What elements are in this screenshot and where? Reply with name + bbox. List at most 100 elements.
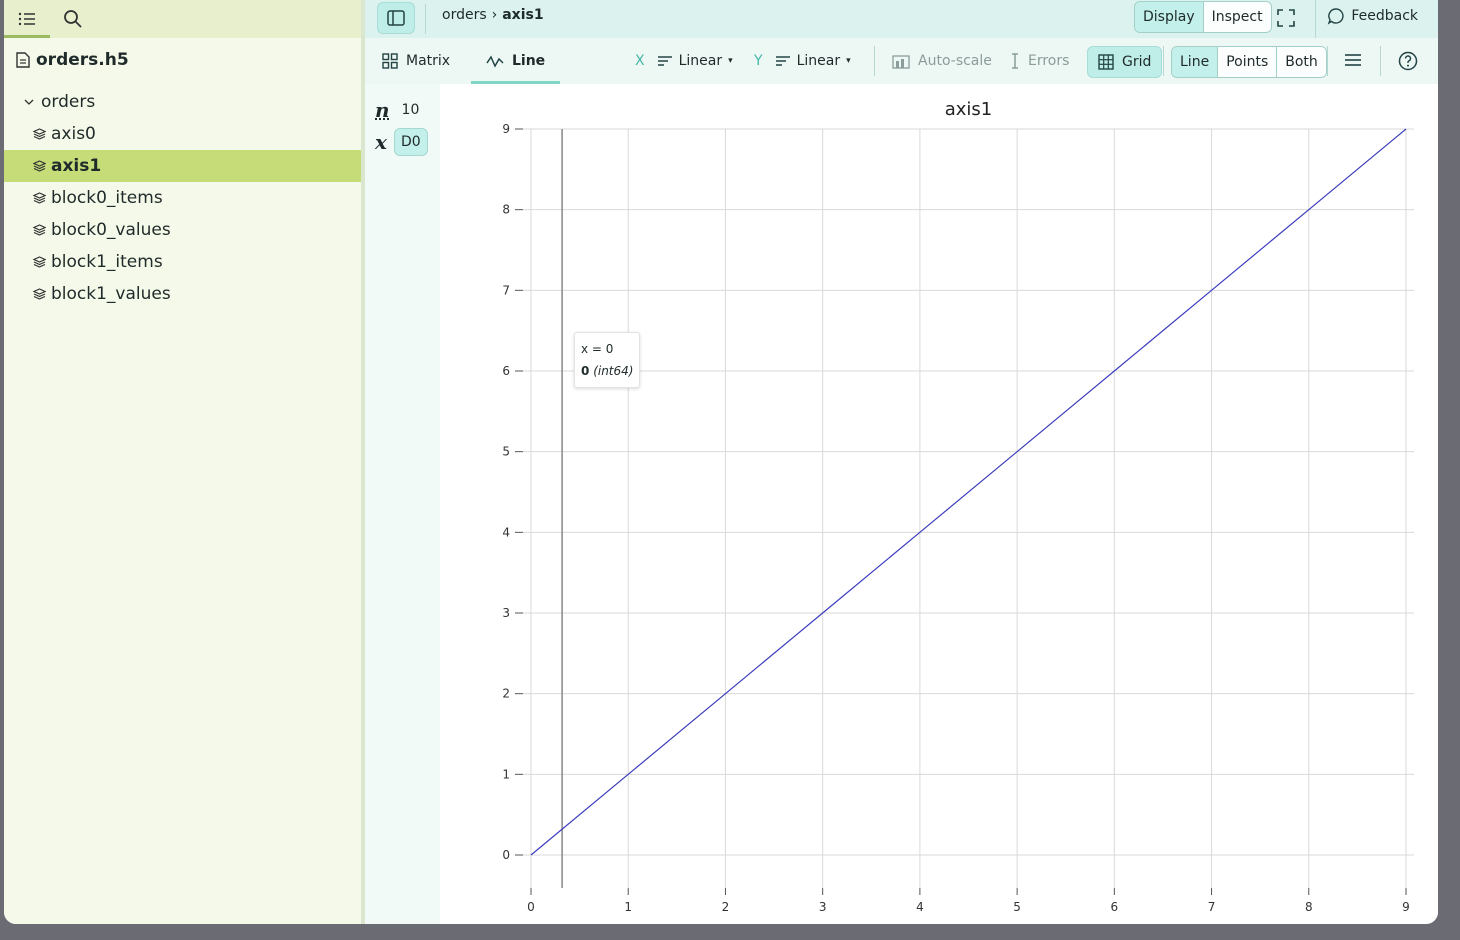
y-tick-label: 1 [502, 767, 510, 781]
fullscreen-button[interactable] [1276, 8, 1296, 32]
tree-item-label: axis0 [51, 124, 96, 144]
mode-points-button[interactable]: Points [1218, 47, 1278, 77]
tab-line-label: Line [512, 53, 546, 69]
x-tick-label: 7 [1208, 900, 1216, 914]
dataset-icon [32, 256, 46, 268]
tab-line[interactable]: Line [470, 38, 561, 84]
x-tick-label: 3 [819, 900, 827, 914]
autoscale-label: Auto-scale [918, 53, 992, 69]
sidebar-icon [387, 10, 405, 26]
file-tree: orders axis0 axis1 block0_items block0_valu… [4, 86, 361, 310]
x-tick-label: 5 [1013, 900, 1021, 914]
caret-down-icon: ▾ [728, 56, 733, 66]
y-tick-label: 9 [502, 122, 510, 136]
dataset-icon [32, 224, 46, 236]
y-tick-label: 7 [502, 283, 510, 297]
display-button[interactable]: Display [1135, 2, 1204, 32]
hover-tooltip: x = 0 0 (int64) [574, 332, 641, 388]
tooltip-dtype: (int64) [593, 364, 634, 378]
file-name-label: orders.h5 [36, 50, 129, 70]
menu-button[interactable] [1344, 52, 1362, 72]
tree-group-label: orders [41, 92, 96, 112]
tree-item-label: block1_items [51, 252, 163, 272]
errors-button[interactable]: Errors [1010, 38, 1069, 84]
toggle-sidebar-button[interactable] [377, 2, 415, 34]
dimension-mapper: n 10 x D0 [365, 84, 440, 924]
autoscale-icon [892, 55, 910, 69]
x-tick-label: 4 [916, 900, 924, 914]
line-chart[interactable]: axis1 0 1 2 3 4 5 6 7 8 9 0 1 2 3 4 5 6 7 8 9 [441, 84, 1438, 924]
tooltip-value-row: 0 (int64) [581, 360, 633, 382]
chat-bubble-icon [1328, 8, 1344, 25]
tree-item-label: block1_values [51, 284, 171, 304]
tree-item[interactable]: block1_items [4, 246, 361, 278]
browse-tab[interactable] [4, 0, 50, 38]
hamburger-icon [1345, 54, 1361, 66]
grid-squares-icon [382, 53, 398, 69]
tab-matrix[interactable]: Matrix [382, 38, 450, 84]
x-tick-label: 1 [624, 900, 632, 914]
y-tick-label: 6 [502, 364, 510, 378]
dim-d0-button[interactable]: D0 [393, 128, 428, 156]
curve-mode-toggle: Line Points Both [1171, 46, 1327, 78]
dim-axis-row: x D0 [375, 128, 428, 156]
line-chart-icon [486, 55, 504, 68]
dim-size-row: n 10 [375, 98, 419, 122]
divider [425, 4, 426, 34]
x-tick-label: 2 [722, 900, 730, 914]
y-tick-label: 0 [502, 848, 510, 862]
y-tick-label: 3 [502, 606, 510, 620]
chart-title: axis1 [945, 99, 993, 120]
error-bars-icon [1012, 53, 1018, 69]
breadcrumb-current: axis1 [502, 7, 544, 23]
tab-matrix-label: Matrix [406, 53, 451, 69]
search-tab[interactable] [50, 0, 96, 38]
fullscreen-icon [1277, 9, 1295, 27]
dataset-icon [32, 288, 46, 300]
y-scale-selector[interactable]: Y Linear ▾ [754, 38, 851, 84]
y-scale-value: Linear [796, 53, 841, 69]
dataset-icon [32, 192, 46, 204]
tree-item[interactable]: block0_values [4, 214, 361, 246]
y-axis-letter: Y [754, 53, 763, 69]
x-scale-selector[interactable]: X Linear ▾ [635, 38, 733, 84]
dataset-icon [32, 160, 46, 172]
tree-item-label: axis1 [51, 156, 102, 176]
series-line [530, 128, 1407, 856]
breadcrumb-parent[interactable]: orders [442, 7, 487, 23]
chevron-right-icon: › [491, 7, 498, 23]
visualization-toolbar: Matrix Line X Linear ▾ Y Linear ▾ Auto-s… [365, 38, 1438, 84]
tree-item-label: block0_values [51, 220, 171, 240]
help-button[interactable] [1398, 51, 1418, 75]
scale-icon [775, 56, 790, 66]
mode-both-button[interactable]: Both [1277, 47, 1326, 77]
y-tick-label: 5 [502, 445, 510, 459]
divider [874, 46, 875, 76]
tree-item[interactable]: axis0 [4, 118, 361, 150]
autoscale-button[interactable]: Auto-scale [892, 38, 992, 84]
main-panel: orders › axis1 Display Inspect Feedback [365, 0, 1438, 924]
tree-item[interactable]: axis1 [4, 150, 361, 182]
grid-toggle-button[interactable]: Grid [1087, 46, 1163, 78]
scale-icon [657, 56, 672, 66]
grid-icon [1098, 54, 1114, 70]
x-scale-value: Linear [678, 53, 723, 69]
plot-area[interactable]: axis1 0 1 2 3 4 5 6 7 8 9 0 1 2 3 4 5 6 7 8 9 x = 0 0 (int64… [441, 84, 1438, 924]
tree-item[interactable]: block0_items [4, 182, 361, 214]
divider [1327, 46, 1328, 76]
dim-size-label: n [375, 98, 390, 122]
help-icon [1398, 51, 1418, 71]
mode-line-button[interactable]: Line [1172, 47, 1219, 77]
tooltip-x: x = 0 [581, 342, 614, 356]
x-tick-label: 0 [527, 900, 535, 914]
caret-down-icon: ▾ [846, 56, 851, 66]
x-tick-label: 9 [1402, 900, 1410, 914]
tree-item[interactable]: block1_values [4, 278, 361, 310]
feedback-button[interactable]: Feedback [1327, 7, 1418, 25]
tree-group-orders[interactable]: orders [4, 86, 361, 118]
inspect-button[interactable]: Inspect [1203, 2, 1271, 32]
file-name[interactable]: orders.h5 [16, 50, 129, 70]
divider [1315, 0, 1316, 38]
x-tick-label: 6 [1111, 900, 1119, 914]
dataset-icon [32, 128, 46, 140]
